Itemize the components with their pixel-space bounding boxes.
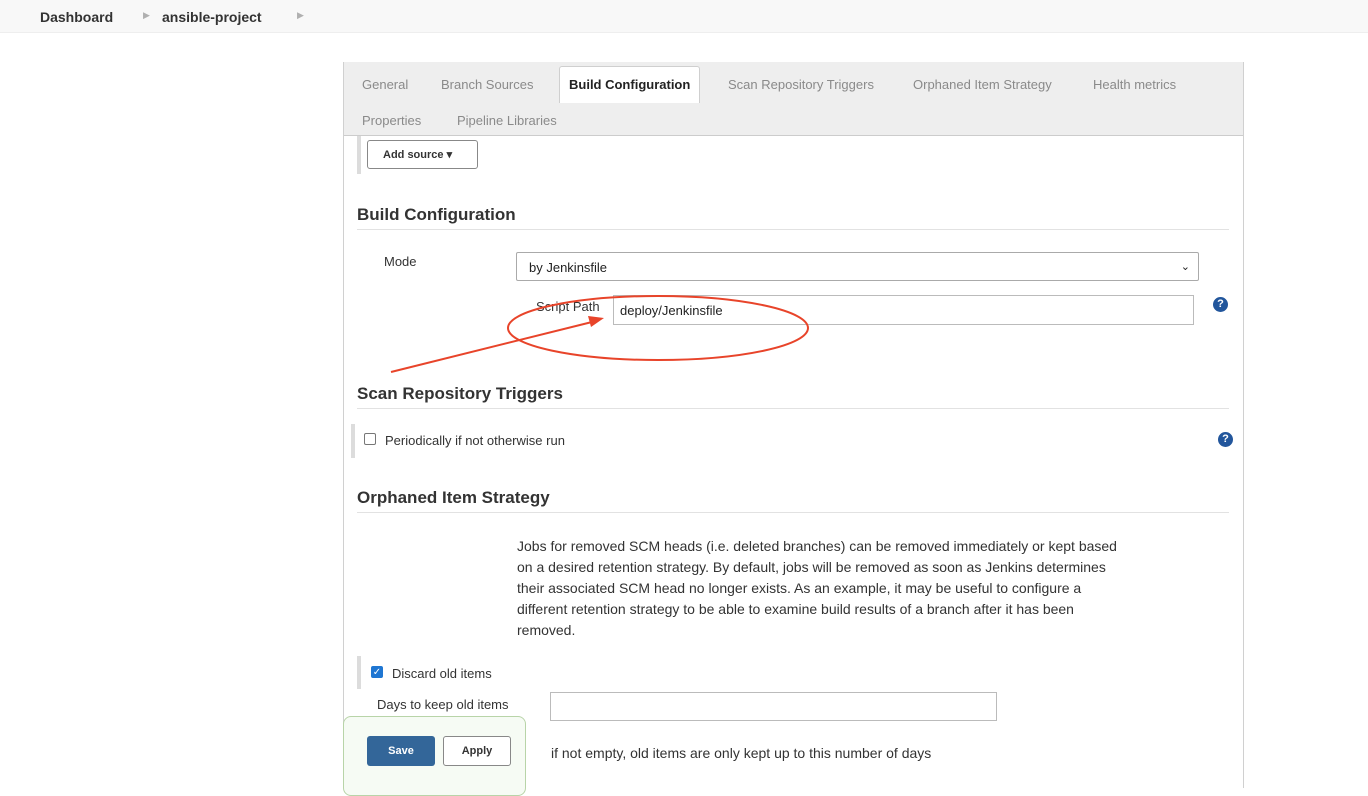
tab-properties[interactable]: Properties (362, 113, 421, 128)
help-icon[interactable]: ? (1218, 432, 1233, 447)
mode-select[interactable]: by Jenkinsfile ⌄ (516, 252, 1199, 281)
breadcrumb-project[interactable]: ansible-project (162, 9, 262, 25)
breadcrumb: Dashboard ▶ ansible-project ▶ (0, 0, 1368, 33)
section-divider (357, 408, 1229, 409)
tab-health-metrics[interactable]: Health metrics (1093, 77, 1176, 92)
breadcrumb-dashboard[interactable]: Dashboard (40, 9, 113, 25)
save-button[interactable]: Save (367, 736, 435, 766)
chevron-down-icon: ⌄ (1180, 261, 1190, 273)
scan-repository-triggers-title: Scan Repository Triggers (357, 384, 563, 403)
section-indent-bar (357, 656, 361, 689)
periodic-label: Periodically if not otherwise run (385, 433, 565, 448)
orphaned-description: Jobs for removed SCM heads (i.e. deleted… (517, 538, 1117, 638)
mode-label: Mode (384, 254, 417, 269)
section-indent-bar (351, 424, 355, 458)
periodic-checkbox[interactable] (364, 433, 376, 445)
help-icon[interactable]: ? (1213, 297, 1228, 312)
tab-pipeline-libraries[interactable]: Pipeline Libraries (457, 113, 557, 128)
script-path-input[interactable] (613, 295, 1194, 325)
discard-old-items-checkbox[interactable]: ✓ (371, 666, 383, 678)
tab-branch-sources[interactable]: Branch Sources (441, 77, 534, 92)
orphaned-item-strategy-title: Orphaned Item Strategy (357, 488, 550, 507)
days-to-keep-input[interactable] (550, 692, 997, 721)
apply-button[interactable]: Apply (443, 736, 511, 766)
section-divider (357, 229, 1229, 230)
tab-orphaned-item-strategy[interactable]: Orphaned Item Strategy (913, 77, 1052, 92)
discard-old-items-label: Discard old items (392, 666, 492, 681)
tab-general[interactable]: General (362, 77, 408, 92)
tab-scan-repository-triggers[interactable]: Scan Repository Triggers (728, 77, 874, 92)
breadcrumb-separator-icon[interactable]: ▶ (297, 10, 304, 21)
build-configuration-title: Build Configuration (357, 205, 516, 224)
days-to-keep-label: Days to keep old items (377, 697, 509, 712)
mode-select-value: by Jenkinsfile (529, 260, 608, 275)
section-indent-bar (357, 136, 361, 174)
add-source-button[interactable]: Add source ▾ (367, 140, 478, 169)
section-divider (357, 512, 1229, 513)
days-to-keep-hint: if not empty, old items are only kept up… (551, 745, 932, 761)
tab-build-configuration[interactable]: Build Configuration (559, 66, 701, 103)
script-path-label: Script Path (536, 299, 600, 314)
breadcrumb-separator-icon: ▶ (143, 10, 150, 20)
